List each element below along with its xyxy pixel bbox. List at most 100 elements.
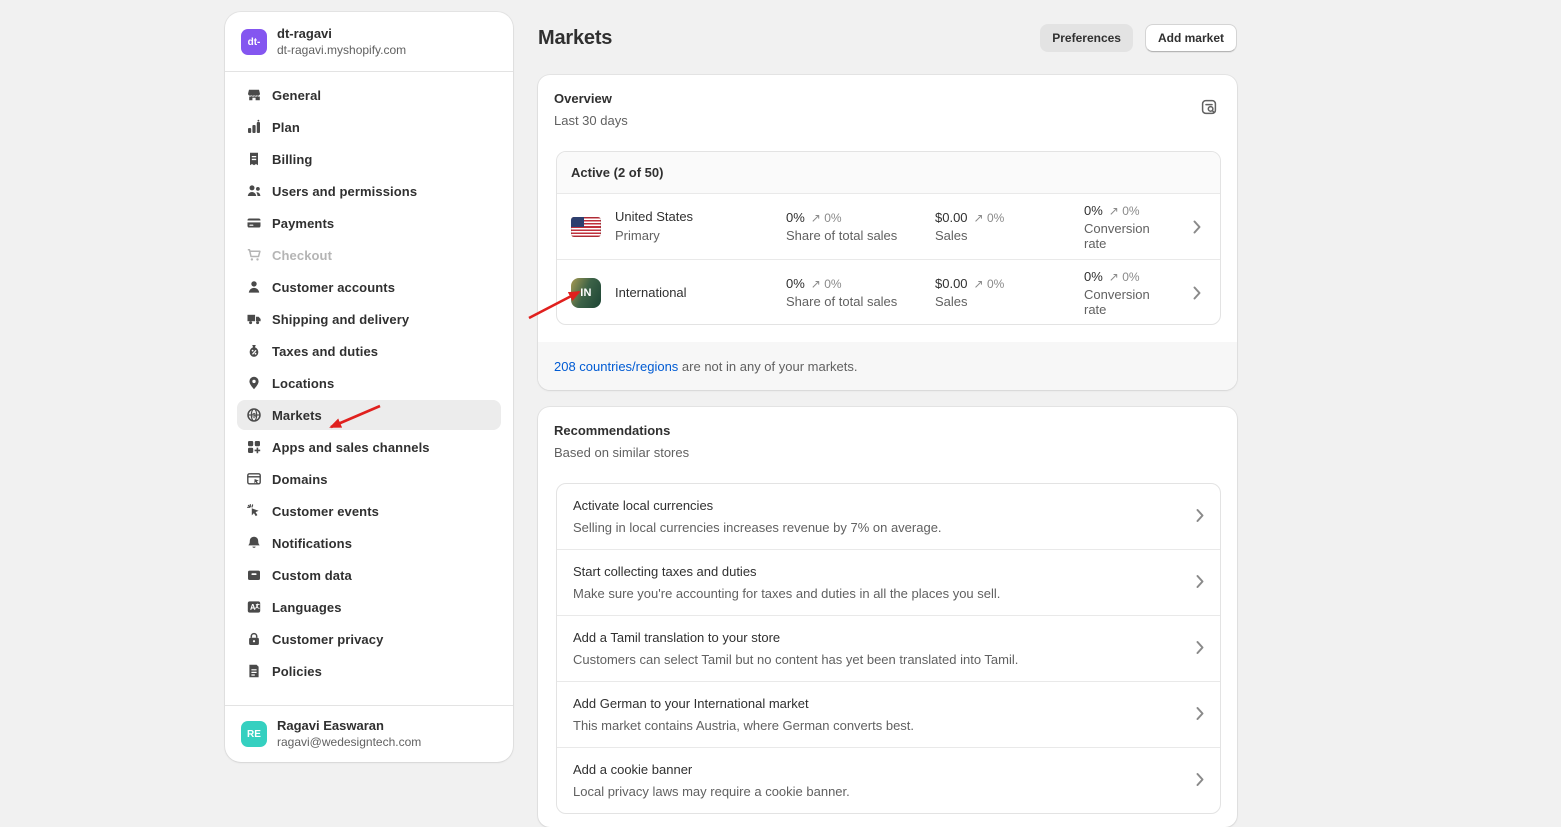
recommendation-title: Add German to your International market	[573, 695, 1176, 712]
page-title: Markets	[538, 27, 612, 50]
sidebar-item-label: Users and permissions	[272, 184, 417, 199]
sidebar-item-customer-events[interactable]: Customer events	[237, 496, 501, 526]
data-box-icon	[246, 567, 262, 583]
recommendation-description: Make sure you're accounting for taxes an…	[573, 585, 1176, 602]
market-metric: 0%↗ 0%Share of total sales	[786, 210, 921, 243]
sidebar-item-plan[interactable]: Plan	[237, 112, 501, 142]
active-markets-box: Active (2 of 50) United StatesPrimary0%↗…	[556, 151, 1221, 325]
recommendation-item[interactable]: Add German to your International market T…	[557, 681, 1220, 747]
sidebar-item-payments[interactable]: Payments	[237, 208, 501, 238]
truck-icon	[246, 311, 262, 327]
overview-footer: 208 countries/regions are not in any of …	[538, 342, 1237, 390]
person-icon	[246, 279, 262, 295]
overview-card: Overview Last 30 days Active (2 of 50) U…	[538, 75, 1237, 390]
sidebar-item-languages[interactable]: Languages	[237, 592, 501, 622]
sidebar-item-shipping-and-delivery[interactable]: Shipping and delivery	[237, 304, 501, 334]
tax-bag-icon	[246, 343, 262, 359]
sidebar-item-notifications[interactable]: Notifications	[237, 528, 501, 558]
delta-up-icon: ↗	[974, 211, 984, 225]
cursor-click-icon	[246, 503, 262, 519]
countries-regions-link[interactable]: 208 countries/regions	[554, 359, 678, 374]
sidebar-item-label: Checkout	[272, 248, 332, 263]
recommendation-item[interactable]: Start collecting taxes and duties Make su…	[557, 549, 1220, 615]
sidebar-item-apps-and-sales-channels[interactable]: Apps and sales channels	[237, 432, 501, 462]
recommendation-description: Selling in local currencies increases re…	[573, 519, 1176, 536]
delta-up-icon: ↗	[1109, 204, 1119, 218]
user-name: Ragavi Easwaran	[277, 718, 421, 734]
sidebar-item-label: Customer events	[272, 504, 379, 519]
recommendation-item[interactable]: Add a Tamil translation to your store Cus…	[557, 615, 1220, 681]
recommendation-title: Activate local currencies	[573, 497, 1176, 514]
sidebar-item-customer-privacy[interactable]: Customer privacy	[237, 624, 501, 654]
chevron-right-icon	[1196, 574, 1204, 591]
sidebar-item-general[interactable]: General	[237, 80, 501, 110]
market-metric: $0.00↗ 0%Sales	[935, 210, 1070, 243]
apps-grid-icon	[246, 439, 262, 455]
sidebar-item-label: Customer accounts	[272, 280, 395, 295]
recommendation-item[interactable]: Add a cookie banner Local privacy laws ma…	[557, 747, 1220, 813]
chevron-right-icon	[1196, 772, 1204, 789]
sidebar-item-taxes-and-duties[interactable]: Taxes and duties	[237, 336, 501, 366]
preferences-button[interactable]: Preferences	[1040, 24, 1133, 52]
delta-up-icon: ↗	[811, 211, 821, 225]
location-pin-icon	[246, 375, 262, 391]
view-report-button[interactable]	[1197, 95, 1221, 119]
user-email: ragavi@wedesigntech.com	[277, 735, 421, 750]
header-actions: Preferences Add market	[1040, 24, 1237, 52]
sidebar-item-label: Locations	[272, 376, 334, 391]
recommendation-description: Local privacy laws may require a cookie …	[573, 783, 1176, 800]
settings-sidebar: dt- dt-ragavi dt-ragavi.myshopify.com Ge…	[225, 12, 513, 762]
recommendation-description: This market contains Austria, where Germ…	[573, 717, 1176, 734]
sidebar-item-label: Notifications	[272, 536, 352, 551]
receipt-icon	[246, 151, 262, 167]
sidebar-item-customer-accounts[interactable]: Customer accounts	[237, 272, 501, 302]
user-avatar: RE	[241, 721, 267, 747]
sidebar-item-custom-data[interactable]: Custom data	[237, 560, 501, 590]
svg-text:$: $	[252, 412, 256, 419]
recommendation-title: Add a Tamil translation to your store	[573, 629, 1176, 646]
market-subtitle: Primary	[615, 228, 772, 244]
sidebar-item-billing[interactable]: Billing	[237, 144, 501, 174]
sidebar-item-label: Billing	[272, 152, 312, 167]
user-footer[interactable]: RE Ragavi Easwaran ragavi@wedesigntech.c…	[225, 705, 513, 762]
sidebar-item-domains[interactable]: Domains	[237, 464, 501, 494]
market-metric: $0.00↗ 0%Sales	[935, 276, 1070, 309]
payment-card-icon	[246, 215, 262, 231]
store-name: dt-ragavi	[277, 26, 406, 42]
document-icon	[246, 663, 262, 679]
bar-chart-icon	[246, 119, 262, 135]
chevron-right-icon	[1196, 706, 1204, 723]
delta-up-icon: ↗	[974, 277, 984, 291]
sidebar-item-label: Languages	[272, 600, 342, 615]
chevron-right-icon	[1188, 220, 1206, 234]
recommendation-item[interactable]: Activate local currencies Selling in loca…	[557, 484, 1220, 549]
translate-icon	[246, 599, 262, 615]
sidebar-item-users-and-permissions[interactable]: Users and permissions	[237, 176, 501, 206]
sidebar-item-label: Domains	[272, 472, 328, 487]
sidebar-item-locations[interactable]: Locations	[237, 368, 501, 398]
overview-footer-text: are not in any of your markets.	[678, 359, 857, 374]
sidebar-item-markets[interactable]: $Markets	[237, 400, 501, 430]
market-row[interactable]: INInternational0%↗ 0%Share of total sale…	[557, 259, 1220, 325]
us-flag-icon	[571, 217, 601, 237]
sidebar-item-label: Customer privacy	[272, 632, 383, 647]
sidebar-item-label: Custom data	[272, 568, 352, 583]
sidebar-item-label: Plan	[272, 120, 300, 135]
market-metric: 0%↗ 0%Conversion rate	[1084, 269, 1174, 317]
international-market-icon: IN	[571, 278, 601, 308]
market-name: International	[615, 285, 772, 301]
sidebar-item-label: General	[272, 88, 321, 103]
users-icon	[246, 183, 262, 199]
market-row[interactable]: United States Primary 0%↗ 0%Share of total…	[557, 194, 1220, 259]
sidebar-item-policies[interactable]: Policies	[237, 656, 501, 686]
globe-dollar-icon: $	[246, 407, 262, 423]
sidebar-item-checkout: Checkout	[237, 240, 501, 270]
market-name: United States	[615, 209, 772, 225]
recommendations-card: Recommendations Based on similar stores …	[538, 407, 1237, 827]
add-market-button[interactable]: Add market	[1145, 24, 1237, 52]
recommendation-title: Start collecting taxes and duties	[573, 563, 1176, 580]
recommendation-description: Customers can select Tamil but no conten…	[573, 651, 1176, 668]
recommendation-title: Add a cookie banner	[573, 761, 1176, 778]
sidebar-item-label: Taxes and duties	[272, 344, 378, 359]
recommendations-list: Activate local currencies Selling in loca…	[556, 483, 1221, 814]
